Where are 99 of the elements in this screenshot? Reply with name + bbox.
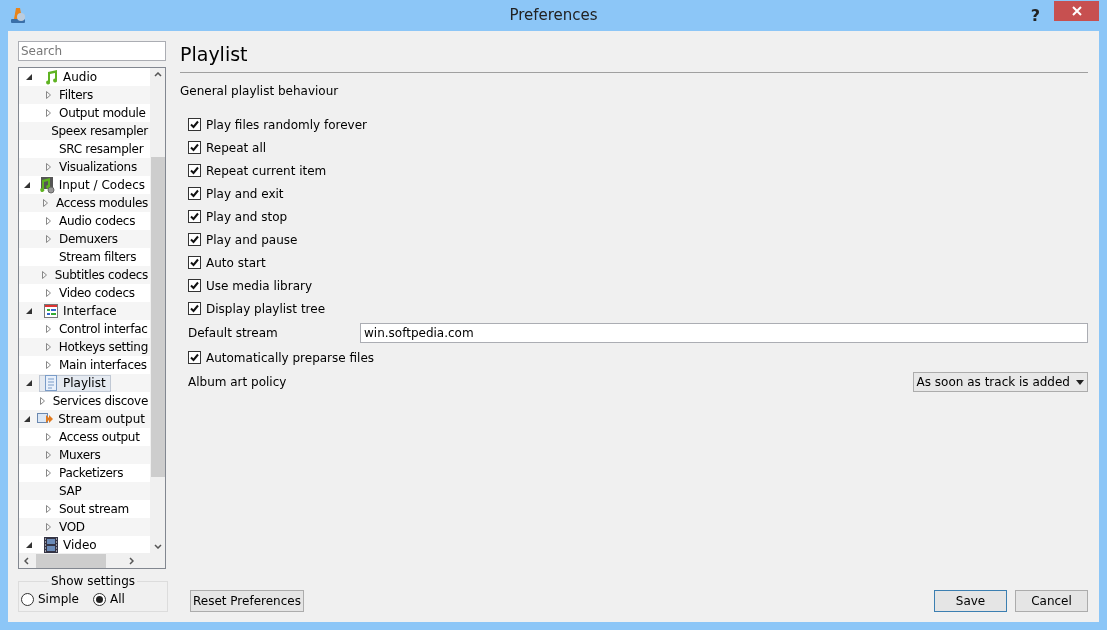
- checkbox[interactable]: [188, 164, 201, 177]
- option-checkbox[interactable]: Play and pause: [188, 228, 1088, 251]
- tree-item[interactable]: Demuxers: [19, 230, 150, 248]
- collapsed-triangle-icon: [46, 163, 51, 171]
- check-icon: [190, 353, 199, 362]
- group-title: Show settings: [49, 573, 136, 590]
- tree-item[interactable]: Subtitles codecs: [19, 266, 150, 284]
- check-icon: [190, 120, 199, 129]
- music-note-icon: [43, 69, 59, 85]
- tree-item[interactable]: VOD: [19, 518, 150, 536]
- expanded-triangle-icon: [26, 542, 32, 548]
- collapsed-triangle-icon: [46, 469, 51, 477]
- checkbox[interactable]: [188, 233, 201, 246]
- collapsed-triangle-icon: [46, 361, 51, 369]
- tree-item[interactable]: Filters: [19, 86, 150, 104]
- document-list-icon: [43, 375, 59, 391]
- scroll-up-icon: [153, 72, 162, 77]
- tree-item[interactable]: Hotkeys setting: [19, 338, 150, 356]
- collapsed-triangle-icon: [46, 451, 51, 459]
- scroll-right-icon: [129, 556, 134, 565]
- expanded-triangle-icon: [26, 380, 32, 386]
- check-icon: [190, 281, 199, 290]
- option-checkbox[interactable]: Repeat all: [188, 136, 1088, 159]
- expanded-triangle-icon: [26, 74, 32, 80]
- screen-arrow-icon: [37, 412, 56, 426]
- collapsed-triangle-icon: [46, 109, 51, 117]
- collapsed-triangle-icon: [46, 325, 51, 333]
- window-title: Preferences: [509, 5, 598, 27]
- option-checkbox[interactable]: Auto start: [188, 251, 1088, 274]
- expanded-triangle-icon: [23, 416, 30, 422]
- checkbox[interactable]: [188, 351, 201, 364]
- check-icon: [190, 304, 199, 313]
- checkbox[interactable]: [188, 210, 201, 223]
- collapsed-triangle-icon: [46, 505, 51, 513]
- collapsed-triangle-icon: [46, 523, 51, 531]
- scroll-left-icon: [24, 556, 29, 565]
- collapsed-triangle-icon: [46, 289, 51, 297]
- help-button[interactable]: ?: [1030, 3, 1040, 28]
- expanded-triangle-icon: [26, 308, 32, 314]
- save-button[interactable]: Save: [934, 590, 1007, 612]
- expanded-triangle-icon: [23, 182, 30, 188]
- checkbox[interactable]: [188, 279, 201, 292]
- option-checkbox[interactable]: Play files randomly forever: [188, 113, 1088, 136]
- field-label: Default stream: [188, 325, 279, 342]
- check-icon: [190, 212, 199, 221]
- option-checkbox[interactable]: Display playlist tree: [188, 297, 1088, 320]
- reset-preferences-button[interactable]: Reset Preferences: [190, 590, 304, 612]
- option-checkbox[interactable]: Play and stop: [188, 205, 1088, 228]
- window-icon: [43, 303, 59, 319]
- radio-button[interactable]: [21, 592, 34, 606]
- search-field[interactable]: Search: [18, 41, 166, 61]
- radio-button[interactable]: [93, 592, 106, 606]
- checkbox[interactable]: [188, 187, 201, 200]
- option-checkbox[interactable]: Play and exit: [188, 182, 1088, 205]
- tree-item[interactable]: Playlist: [19, 374, 150, 392]
- cancel-button[interactable]: Cancel: [1015, 590, 1088, 612]
- close-button[interactable]: [1054, 0, 1099, 21]
- dropdown[interactable]: As soon as track is added: [912, 372, 1088, 392]
- checkbox[interactable]: [188, 256, 201, 269]
- collapsed-triangle-icon: [46, 217, 51, 225]
- check-icon: [190, 258, 199, 267]
- collapsed-triangle-icon: [46, 433, 51, 441]
- scroll-down-icon: [153, 544, 162, 549]
- check-icon: [190, 235, 199, 244]
- tree-item[interactable]: SAP: [19, 482, 150, 500]
- collapsed-triangle-icon: [41, 271, 47, 279]
- collapsed-triangle-icon: [46, 91, 51, 99]
- option-checkbox[interactable]: Repeat current item: [188, 159, 1088, 182]
- tree-item[interactable]: Speex resampler: [19, 122, 150, 140]
- tree-item[interactable]: Stream output: [19, 410, 150, 428]
- checkbox[interactable]: [188, 141, 201, 154]
- vertical-scrollbar[interactable]: [150, 68, 165, 553]
- tree-item[interactable]: Visualizations: [19, 158, 150, 176]
- field-label: Album art policy: [188, 374, 287, 391]
- option-checkbox[interactable]: Automatically preparse files: [188, 346, 1088, 369]
- tree-item[interactable]: Access modules: [19, 194, 150, 212]
- check-icon: [190, 143, 199, 152]
- horizontal-scrollbar[interactable]: [19, 553, 165, 568]
- section-title: General playlist behaviour: [180, 83, 340, 100]
- film-gear-icon: [37, 176, 56, 194]
- collapsed-triangle-icon: [43, 199, 49, 207]
- text-field[interactable]: win.softpedia.com: [360, 323, 1088, 343]
- collapsed-triangle-icon: [39, 397, 45, 405]
- tree-item[interactable]: Interface: [19, 302, 150, 320]
- checkbox[interactable]: [188, 302, 201, 315]
- option-checkbox[interactable]: Use media library: [188, 274, 1088, 297]
- tree-item[interactable]: Muxers: [19, 446, 150, 464]
- close-icon: [1071, 5, 1082, 16]
- page-title: Playlist: [180, 42, 249, 67]
- checkbox[interactable]: [188, 118, 201, 131]
- collapsed-triangle-icon: [45, 343, 51, 351]
- dropdown-arrow-icon: [1076, 379, 1084, 385]
- check-icon: [190, 166, 199, 175]
- radio-option[interactable]: Simple: [21, 590, 79, 608]
- film-strip-icon: [43, 537, 59, 553]
- check-icon: [190, 189, 199, 198]
- traffic-cone-icon: [10, 6, 26, 25]
- radio-option[interactable]: All: [93, 590, 125, 608]
- collapsed-triangle-icon: [46, 235, 51, 243]
